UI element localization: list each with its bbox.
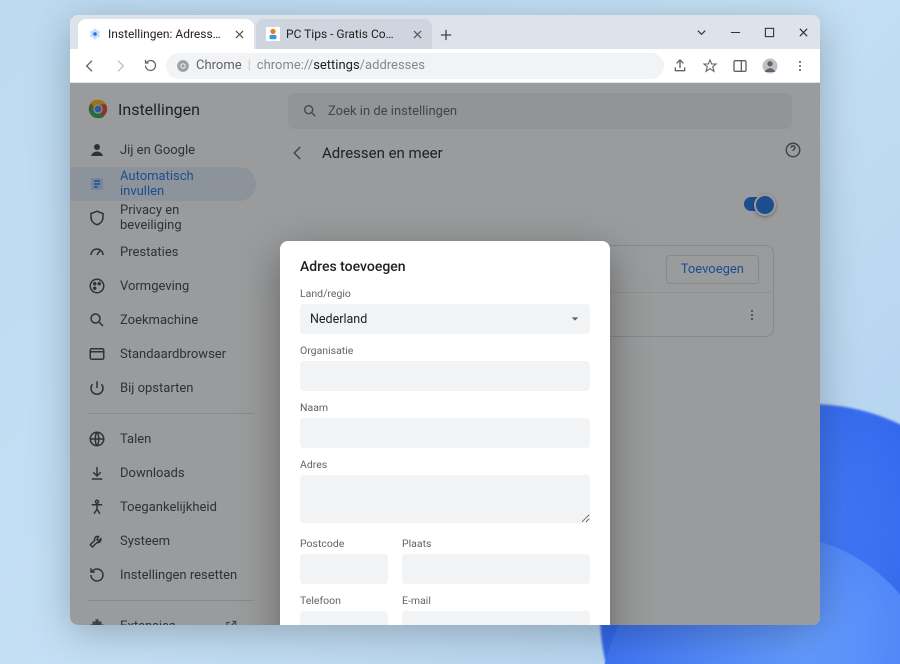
- dialog-title: Adres toevoegen: [300, 259, 590, 275]
- omnibox-prefix: Chrome: [196, 58, 242, 73]
- close-icon[interactable]: [410, 27, 424, 41]
- titlebar: Instellingen: Adressen en meer PC Tips -…: [70, 15, 820, 49]
- field-label: Plaats: [402, 537, 590, 550]
- site-favicon: [266, 27, 280, 41]
- country-select[interactable]: Nederland: [300, 304, 590, 334]
- profile-icon[interactable]: [756, 52, 784, 80]
- gear-icon: [88, 27, 102, 41]
- field-label: Postcode: [300, 537, 388, 550]
- organisation-field[interactable]: [300, 361, 590, 391]
- chevron-down-icon: [570, 314, 580, 324]
- add-address-dialog: Adres toevoegen Land/regio Nederland Org…: [280, 241, 610, 625]
- kebab-menu-icon[interactable]: [786, 52, 814, 80]
- field-label: Naam: [300, 401, 590, 414]
- maximize-button[interactable]: [752, 15, 786, 49]
- browser-tab[interactable]: PC Tips - Gratis Computer Tips, ...: [256, 19, 432, 49]
- address-field[interactable]: [300, 475, 590, 523]
- field-label: Adres: [300, 458, 590, 471]
- field-label: Land/regio: [300, 287, 590, 300]
- window-controls: [684, 15, 820, 49]
- field-label: E-mail: [402, 594, 590, 607]
- name-field[interactable]: [300, 418, 590, 448]
- forward-button[interactable]: [106, 52, 134, 80]
- postal-field[interactable]: [300, 554, 388, 584]
- bookmark-icon[interactable]: [696, 52, 724, 80]
- side-panel-icon[interactable]: [726, 52, 754, 80]
- reload-button[interactable]: [136, 52, 164, 80]
- share-icon[interactable]: [666, 52, 694, 80]
- chevron-down-icon[interactable]: [684, 15, 718, 49]
- close-button[interactable]: [786, 15, 820, 49]
- toolbar: Chrome | chrome://settings/addresses: [70, 49, 820, 83]
- address-bar[interactable]: Chrome | chrome://settings/addresses: [166, 53, 664, 79]
- city-field[interactable]: [402, 554, 590, 584]
- email-field[interactable]: [402, 611, 590, 625]
- tab-title: Instellingen: Adressen en meer: [108, 27, 226, 41]
- new-tab-button[interactable]: [432, 21, 460, 49]
- chrome-logo-icon: [176, 59, 190, 73]
- chrome-window: Instellingen: Adressen en meer PC Tips -…: [70, 15, 820, 625]
- back-button[interactable]: [76, 52, 104, 80]
- field-label: Organisatie: [300, 344, 590, 357]
- browser-tab-active[interactable]: Instellingen: Adressen en meer: [78, 19, 254, 49]
- phone-field[interactable]: [300, 611, 388, 625]
- close-icon[interactable]: [232, 27, 246, 41]
- field-label: Telefoon: [300, 594, 388, 607]
- minimize-button[interactable]: [718, 15, 752, 49]
- settings-page: Instellingen Jij en Google Automatisch i…: [70, 83, 820, 625]
- tab-title: PC Tips - Gratis Computer Tips, ...: [286, 27, 404, 41]
